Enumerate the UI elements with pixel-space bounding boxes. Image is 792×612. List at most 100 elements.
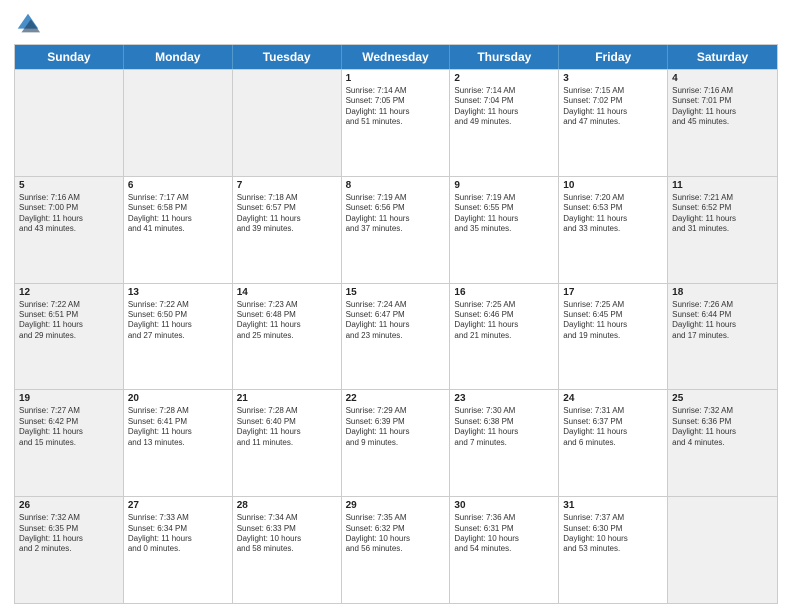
day-info: Sunrise: 7:19 AM Sunset: 6:55 PM Dayligh… — [454, 193, 554, 235]
day-number: 19 — [19, 393, 119, 404]
day-number: 25 — [672, 393, 773, 404]
day-cell-14: 14 Sunrise: 7:23 AM Sunset: 6:48 PM Dayli… — [233, 284, 342, 390]
day-number: 6 — [128, 180, 228, 191]
day-cell-16: 16 Sunrise: 7:25 AM Sunset: 6:46 PM Dayli… — [450, 284, 559, 390]
day-cell-31: 31 Sunrise: 7:37 AM Sunset: 6:30 PM Dayli… — [559, 497, 668, 603]
day-number: 11 — [672, 180, 773, 191]
day-info: Sunrise: 7:29 AM Sunset: 6:39 PM Dayligh… — [346, 406, 446, 448]
day-number: 17 — [563, 287, 663, 298]
day-number: 24 — [563, 393, 663, 404]
day-info: Sunrise: 7:25 AM Sunset: 6:46 PM Dayligh… — [454, 300, 554, 342]
day-number: 10 — [563, 180, 663, 191]
day-info: Sunrise: 7:22 AM Sunset: 6:51 PM Dayligh… — [19, 300, 119, 342]
day-info: Sunrise: 7:28 AM Sunset: 6:40 PM Dayligh… — [237, 406, 337, 448]
day-info: Sunrise: 7:17 AM Sunset: 6:58 PM Dayligh… — [128, 193, 228, 235]
day-cell-1: 1Sunrise: 7:14 AM Sunset: 7:05 PM Daylig… — [342, 70, 451, 176]
day-number: 13 — [128, 287, 228, 298]
day-cell-19: 19Sunrise: 7:27 AM Sunset: 6:42 PM Dayli… — [15, 390, 124, 496]
week-row-3: 19Sunrise: 7:27 AM Sunset: 6:42 PM Dayli… — [15, 389, 777, 496]
day-info: Sunrise: 7:22 AM Sunset: 6:50 PM Dayligh… — [128, 300, 228, 342]
day-cell-12: 12 Sunrise: 7:22 AM Sunset: 6:51 PM Dayli… — [15, 284, 124, 390]
header-day-monday: Monday — [124, 45, 233, 69]
calendar-header: SundayMondayTuesdayWednesdayThursdayFrid… — [15, 45, 777, 69]
header-day-wednesday: Wednesday — [342, 45, 451, 69]
page-container: SundayMondayTuesdayWednesdayThursdayFrid… — [0, 0, 792, 612]
day-number: 15 — [346, 287, 446, 298]
day-cell-27: 27 Sunrise: 7:33 AM Sunset: 6:34 PM Dayli… — [124, 497, 233, 603]
day-cell-29: 29 Sunrise: 7:35 AM Sunset: 6:32 PM Dayli… — [342, 497, 451, 603]
day-number: 5 — [19, 180, 119, 191]
day-number: 16 — [454, 287, 554, 298]
header-day-sunday: Sunday — [15, 45, 124, 69]
day-cell-26: 26Sunrise: 7:32 AM Sunset: 6:35 PM Dayli… — [15, 497, 124, 603]
day-info: Sunrise: 7:32 AM Sunset: 6:36 PM Dayligh… — [672, 406, 773, 448]
day-number: 29 — [346, 500, 446, 511]
day-cell-18: 18 Sunrise: 7:26 AM Sunset: 6:44 PM Dayli… — [668, 284, 777, 390]
week-row-1: 5 Sunrise: 7:16 AM Sunset: 7:00 PM Daylig… — [15, 176, 777, 283]
day-number: 31 — [563, 500, 663, 511]
day-cell-7: 7 Sunrise: 7:18 AM Sunset: 6:57 PM Daylig… — [233, 177, 342, 283]
header-day-saturday: Saturday — [668, 45, 777, 69]
day-cell-5: 5 Sunrise: 7:16 AM Sunset: 7:00 PM Daylig… — [15, 177, 124, 283]
logo-icon — [14, 10, 42, 38]
day-info: Sunrise: 7:24 AM Sunset: 6:47 PM Dayligh… — [346, 300, 446, 342]
day-info: Sunrise: 7:35 AM Sunset: 6:32 PM Dayligh… — [346, 513, 446, 555]
day-cell-17: 17 Sunrise: 7:25 AM Sunset: 6:45 PM Dayli… — [559, 284, 668, 390]
day-info: Sunrise: 7:33 AM Sunset: 6:34 PM Dayligh… — [128, 513, 228, 555]
day-cell-25: 25 Sunrise: 7:32 AM Sunset: 6:36 PM Dayli… — [668, 390, 777, 496]
day-info: Sunrise: 7:25 AM Sunset: 6:45 PM Dayligh… — [563, 300, 663, 342]
day-info: Sunrise: 7:26 AM Sunset: 6:44 PM Dayligh… — [672, 300, 773, 342]
empty-cell — [15, 70, 124, 176]
day-cell-28: 28 Sunrise: 7:34 AM Sunset: 6:33 PM Dayli… — [233, 497, 342, 603]
day-cell-13: 13 Sunrise: 7:22 AM Sunset: 6:50 PM Dayli… — [124, 284, 233, 390]
day-cell-9: 9 Sunrise: 7:19 AM Sunset: 6:55 PM Daylig… — [450, 177, 559, 283]
day-info: Sunrise: 7:31 AM Sunset: 6:37 PM Dayligh… — [563, 406, 663, 448]
day-info: Sunrise: 7:37 AM Sunset: 6:30 PM Dayligh… — [563, 513, 663, 555]
day-info: Sunrise: 7:19 AM Sunset: 6:56 PM Dayligh… — [346, 193, 446, 235]
day-cell-24: 24 Sunrise: 7:31 AM Sunset: 6:37 PM Dayli… — [559, 390, 668, 496]
day-info: Sunrise: 7:20 AM Sunset: 6:53 PM Dayligh… — [563, 193, 663, 235]
day-cell-10: 10 Sunrise: 7:20 AM Sunset: 6:53 PM Dayli… — [559, 177, 668, 283]
header-day-thursday: Thursday — [450, 45, 559, 69]
week-row-0: 1Sunrise: 7:14 AM Sunset: 7:05 PM Daylig… — [15, 69, 777, 176]
day-number: 21 — [237, 393, 337, 404]
day-cell-20: 20Sunrise: 7:28 AM Sunset: 6:41 PM Dayli… — [124, 390, 233, 496]
day-cell-2: 2 Sunrise: 7:14 AM Sunset: 7:04 PM Daylig… — [450, 70, 559, 176]
day-number: 20 — [128, 393, 228, 404]
day-number: 23 — [454, 393, 554, 404]
day-info: Sunrise: 7:16 AM Sunset: 7:00 PM Dayligh… — [19, 193, 119, 235]
day-number: 18 — [672, 287, 773, 298]
day-info: Sunrise: 7:14 AM Sunset: 7:05 PM Dayligh… — [346, 86, 446, 128]
day-number: 2 — [454, 73, 554, 84]
day-cell-6: 6 Sunrise: 7:17 AM Sunset: 6:58 PM Daylig… — [124, 177, 233, 283]
day-cell-22: 22Sunrise: 7:29 AM Sunset: 6:39 PM Dayli… — [342, 390, 451, 496]
day-info: Sunrise: 7:34 AM Sunset: 6:33 PM Dayligh… — [237, 513, 337, 555]
day-number: 14 — [237, 287, 337, 298]
day-cell-30: 30Sunrise: 7:36 AM Sunset: 6:31 PM Dayli… — [450, 497, 559, 603]
day-cell-23: 23 Sunrise: 7:30 AM Sunset: 6:38 PM Dayli… — [450, 390, 559, 496]
day-number: 28 — [237, 500, 337, 511]
day-number: 27 — [128, 500, 228, 511]
day-number: 30 — [454, 500, 554, 511]
empty-cell — [233, 70, 342, 176]
calendar-body: 1Sunrise: 7:14 AM Sunset: 7:05 PM Daylig… — [15, 69, 777, 603]
day-number: 12 — [19, 287, 119, 298]
day-cell-8: 8Sunrise: 7:19 AM Sunset: 6:56 PM Daylig… — [342, 177, 451, 283]
day-info: Sunrise: 7:30 AM Sunset: 6:38 PM Dayligh… — [454, 406, 554, 448]
day-cell-15: 15 Sunrise: 7:24 AM Sunset: 6:47 PM Dayli… — [342, 284, 451, 390]
day-number: 9 — [454, 180, 554, 191]
day-cell-4: 4Sunrise: 7:16 AM Sunset: 7:01 PM Daylig… — [668, 70, 777, 176]
day-cell-11: 11 Sunrise: 7:21 AM Sunset: 6:52 PM Dayli… — [668, 177, 777, 283]
empty-cell — [124, 70, 233, 176]
header-day-friday: Friday — [559, 45, 668, 69]
day-number: 7 — [237, 180, 337, 191]
day-info: Sunrise: 7:21 AM Sunset: 6:52 PM Dayligh… — [672, 193, 773, 235]
day-info: Sunrise: 7:14 AM Sunset: 7:04 PM Dayligh… — [454, 86, 554, 128]
logo — [14, 10, 46, 38]
day-info: Sunrise: 7:23 AM Sunset: 6:48 PM Dayligh… — [237, 300, 337, 342]
day-info: Sunrise: 7:32 AM Sunset: 6:35 PM Dayligh… — [19, 513, 119, 555]
day-cell-21: 21 Sunrise: 7:28 AM Sunset: 6:40 PM Dayli… — [233, 390, 342, 496]
calendar: SundayMondayTuesdayWednesdayThursdayFrid… — [14, 44, 778, 604]
page-header — [14, 10, 778, 38]
day-info: Sunrise: 7:18 AM Sunset: 6:57 PM Dayligh… — [237, 193, 337, 235]
